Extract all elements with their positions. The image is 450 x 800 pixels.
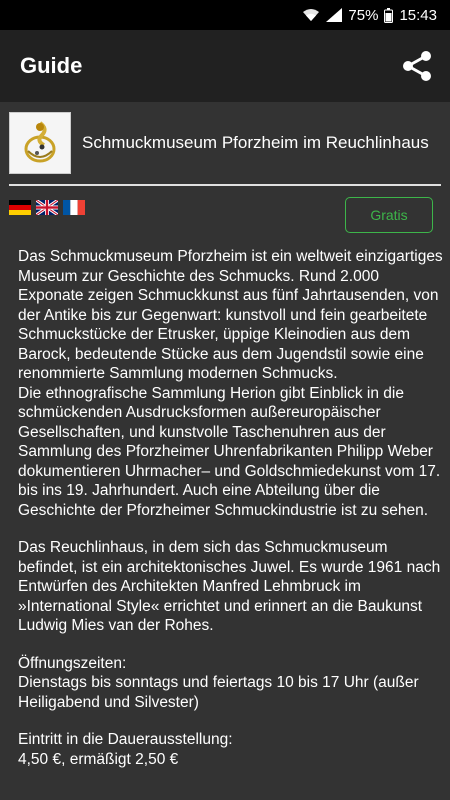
opening-hours: Öffnungszeiten: Dienstags bis sonntags u…: [18, 654, 443, 713]
description-text: Die ethnografische Sammlung Herion gibt …: [18, 384, 441, 519]
opening-hours-text: Dienstags bis sonntags und feiertags 10 …: [18, 674, 419, 711]
clock: 15:43: [399, 6, 437, 24]
admission-price: 4,50 €, ermäßigt 2,50 €: [18, 750, 179, 768]
description-paragraph: Das Reuchlinhaus, in dem sich das Schmuc…: [18, 538, 443, 636]
museum-description: Das Schmuckmuseum Pforzheim ist ein welt…: [18, 247, 443, 769]
status-bar: 75% 15:43: [0, 0, 450, 30]
french-flag-icon[interactable]: [63, 200, 85, 215]
description-paragraph: Das Schmuckmuseum Pforzheim ist ein welt…: [18, 247, 443, 520]
app-bar: Guide: [0, 30, 450, 102]
divider: [9, 184, 441, 186]
battery-icon: [384, 7, 394, 23]
description-text: Das Schmuckmuseum Pforzheim ist ein welt…: [18, 248, 443, 382]
museum-header: Schmuckmuseum Pforzheim im Reuchlinhaus: [9, 110, 441, 176]
uk-flag-icon[interactable]: [36, 200, 58, 215]
museum-name: Schmuckmuseum Pforzheim im Reuchlinhaus: [82, 133, 429, 152]
language-row: Gratis: [9, 197, 441, 233]
wifi-icon: [302, 8, 320, 22]
share-button[interactable]: [402, 50, 432, 82]
battery-percent: 75%: [348, 6, 379, 24]
signal-icon: [326, 8, 343, 22]
share-icon: [403, 51, 431, 81]
app-title: Guide: [20, 53, 83, 78]
description-text: Das Reuchlinhaus, in dem sich das Schmuc…: [18, 539, 441, 634]
german-flag-icon[interactable]: [9, 200, 31, 215]
gratis-button[interactable]: Gratis: [345, 197, 433, 233]
jewelry-ring-thumbnail: [9, 112, 71, 174]
language-flags: [9, 200, 85, 215]
admission-label: Eintritt in die Dauerausstellung:: [18, 731, 233, 748]
admission: Eintritt in die Dauerausstellung: 4,50 €…: [18, 730, 443, 769]
opening-hours-label: Öffnungszeiten:: [18, 654, 127, 672]
content: Schmuckmuseum Pforzheim im Reuchlinhaus: [0, 102, 450, 769]
